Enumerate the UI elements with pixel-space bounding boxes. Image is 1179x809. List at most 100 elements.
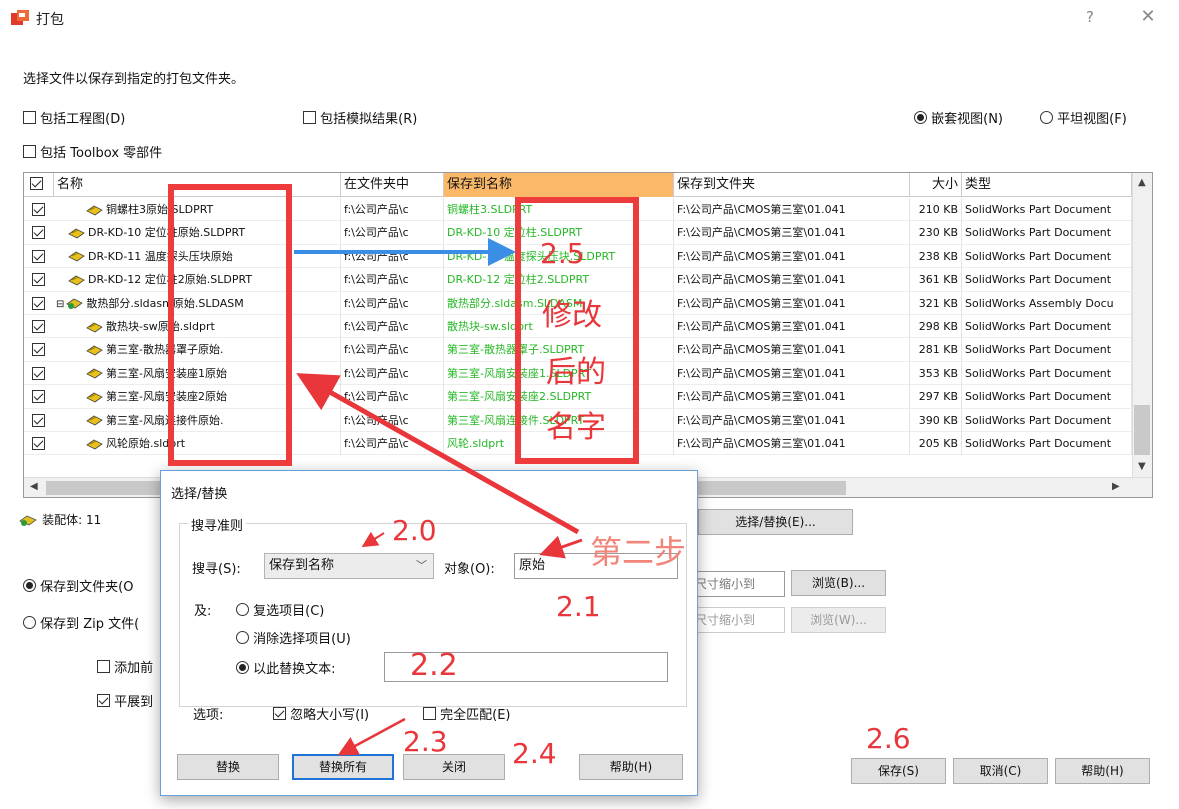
search-field-select[interactable]: 保存到名称 ﹀ <box>264 553 434 579</box>
flat-view-option[interactable]: 平坦视图(F) <box>1040 108 1127 127</box>
row-checkbox[interactable] <box>32 366 45 380</box>
row-checkbox[interactable] <box>32 249 45 263</box>
ignore-case-checkbox[interactable] <box>273 707 286 720</box>
cell-size: 238 KB <box>910 244 962 268</box>
help-icon[interactable]: ? <box>1078 8 1102 26</box>
check-items-radio[interactable] <box>236 603 249 616</box>
dialog-help-button[interactable]: 帮助(H) <box>579 754 683 780</box>
add-prefix-option[interactable]: 添加前 <box>97 657 153 676</box>
row-checkbox[interactable] <box>32 437 45 450</box>
annotation-2-2: 2.2 <box>410 648 458 683</box>
cell-size: 353 KB <box>910 361 962 385</box>
header-checkbox-cell[interactable] <box>24 173 54 197</box>
annotation-step-two: 第二步 <box>590 533 687 571</box>
annotation-2-6: 2.6 <box>866 722 911 755</box>
row-checkbox[interactable] <box>32 226 45 240</box>
browse-zip-button[interactable]: 浏览(W)... <box>791 607 886 633</box>
row-checkbox[interactable] <box>32 203 45 216</box>
save-to-zip-option[interactable]: 保存到 Zip 文件( <box>23 613 139 632</box>
folder-path-field[interactable]: 尺寸缩小到 <box>690 571 785 597</box>
assembly-icon <box>66 298 84 310</box>
browse-folder-button[interactable]: 浏览(B)... <box>791 570 886 596</box>
uncheck-items-radio[interactable] <box>236 631 249 644</box>
save-to-folder-label: 保存到文件夹(O <box>40 580 134 595</box>
cell-folder: f:\公司产品\c <box>341 244 444 268</box>
header-in-folder[interactable]: 在文件夹中 <box>341 173 444 197</box>
scroll-up-icon[interactable]: ▲ <box>1138 177 1146 188</box>
include-toolbox-checkbox[interactable] <box>23 145 36 158</box>
dialog-title: 选择/替换 <box>171 487 228 502</box>
save-to-zip-radio[interactable] <box>23 616 36 629</box>
cell-type: SolidWorks Part Document <box>962 315 1132 338</box>
include-drawings-checkbox[interactable] <box>23 111 36 124</box>
save-button[interactable]: 保存(S) <box>851 758 946 784</box>
row-checkbox[interactable] <box>32 390 45 404</box>
header-save-name[interactable]: 保存到名称 <box>444 173 674 197</box>
flatten-label: 平展到 <box>114 695 154 710</box>
vertical-scrollbar[interactable]: ▲ ▼ <box>1132 173 1152 479</box>
row-checkbox[interactable] <box>32 413 45 427</box>
row-checkbox[interactable] <box>32 343 45 357</box>
annotation-modified-line1: 修改 <box>542 298 602 333</box>
cell-save-folder: F:\公司产品\CMOS第三室\01.041 <box>674 268 910 292</box>
nested-view-label: 嵌套视图(N) <box>931 112 1004 127</box>
whole-match-option[interactable]: 完全匹配(E) <box>423 704 511 723</box>
cell-size: 281 KB <box>910 338 962 362</box>
uncheck-items-option[interactable]: 消除选择项目(U) <box>236 628 351 647</box>
nested-view-option[interactable]: 嵌套视图(N) <box>914 108 1003 127</box>
select-all-checkbox[interactable] <box>30 177 43 190</box>
row-checkbox[interactable] <box>32 273 45 287</box>
flatten-option[interactable]: 平展到 <box>97 691 153 710</box>
flat-view-radio[interactable] <box>1040 111 1053 124</box>
cell-folder: f:\公司产品\c <box>341 385 444 409</box>
annotation-2-3: 2.3 <box>403 725 448 758</box>
vertical-scroll-thumb[interactable] <box>1134 405 1150 455</box>
scroll-down-icon[interactable]: ▼ <box>1138 461 1146 472</box>
row-checkbox[interactable] <box>32 320 45 333</box>
add-prefix-checkbox[interactable] <box>97 660 110 673</box>
part-icon <box>86 345 103 356</box>
header-type[interactable]: 类型 <box>962 173 1132 197</box>
include-toolbox-option[interactable]: 包括 Toolbox 零部件 <box>23 142 162 161</box>
chevron-down-icon[interactable]: ﹀ <box>416 554 427 578</box>
zip-path-field[interactable]: 尺寸缩小到 <box>690 607 785 633</box>
cell-folder: f:\公司产品\c <box>341 291 444 315</box>
cell-folder: f:\公司产品\c <box>341 315 444 338</box>
flatten-checkbox[interactable] <box>97 694 110 707</box>
header-size[interactable]: 大小 <box>910 173 962 197</box>
cell-folder: f:\公司产品\c <box>341 432 444 455</box>
uncheck-items-label: 消除选择项目(U) <box>253 632 351 647</box>
cancel-button[interactable]: 取消(C) <box>953 758 1048 784</box>
replace-all-button[interactable]: 替换所有 <box>292 754 394 780</box>
row-checkbox[interactable] <box>32 296 45 310</box>
ignore-case-option[interactable]: 忽略大小写(I) <box>273 704 369 723</box>
header-save-folder[interactable]: 保存到文件夹 <box>674 173 910 197</box>
cell-save-folder: F:\公司产品\CMOS第三室\01.041 <box>674 291 910 315</box>
cell-folder: f:\公司产品\c <box>341 408 444 432</box>
check-items-option[interactable]: 复选项目(C) <box>236 600 324 619</box>
nested-view-radio[interactable] <box>914 111 927 124</box>
part-icon <box>86 368 103 379</box>
and-label: 及: <box>194 604 212 619</box>
cell-folder: f:\公司产品\c <box>341 268 444 292</box>
replace-text-radio[interactable] <box>236 661 249 674</box>
scroll-left-icon[interactable]: ◀ <box>30 481 38 492</box>
include-drawings-option[interactable]: 包括工程图(D) <box>23 108 125 127</box>
whole-match-checkbox[interactable] <box>423 707 436 720</box>
collapse-icon[interactable]: ⊟ <box>56 299 64 310</box>
help-button[interactable]: 帮助(H) <box>1055 758 1150 784</box>
cell-folder: f:\公司产品\c <box>341 221 444 245</box>
replace-text-option[interactable]: 以此替换文本: <box>236 658 336 677</box>
close-icon[interactable]: ✕ <box>1136 6 1160 27</box>
select-replace-button[interactable]: 选择/替换(E)... <box>698 509 853 535</box>
cell-size: 321 KB <box>910 291 962 315</box>
part-icon <box>68 251 85 262</box>
replace-button[interactable]: 替换 <box>177 754 279 780</box>
include-simulation-checkbox[interactable] <box>303 111 316 124</box>
scroll-right-icon[interactable]: ▶ <box>1112 481 1120 492</box>
save-to-folder-option[interactable]: 保存到文件夹(O <box>23 576 133 595</box>
save-to-folder-radio[interactable] <box>23 579 36 592</box>
include-simulation-option[interactable]: 包括模拟结果(R) <box>303 108 417 127</box>
part-icon <box>86 205 103 215</box>
cell-type: SolidWorks Part Document <box>962 244 1132 268</box>
